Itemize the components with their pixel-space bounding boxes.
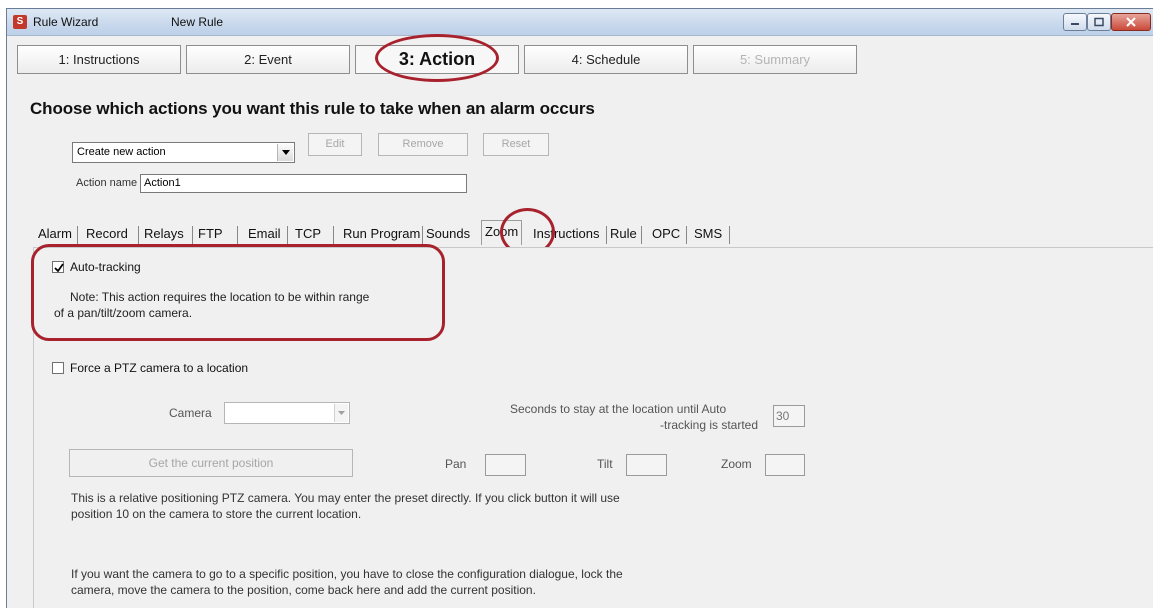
minimize-icon — [1071, 23, 1079, 25]
minimize-button[interactable] — [1063, 13, 1087, 31]
action-name-input[interactable]: Action1 — [140, 174, 467, 193]
tab-instructions[interactable]: Instructions — [533, 223, 599, 245]
tab-divider — [237, 226, 238, 244]
tab-divider — [729, 226, 730, 244]
tab-divider — [138, 226, 139, 244]
auto-tracking-note-line2: of a pan/tilt/zoom camera. — [54, 306, 193, 320]
pan-label: Pan — [445, 457, 467, 471]
step-summary[interactable]: 5: Summary — [693, 45, 857, 74]
zoom-label: Zoom — [721, 457, 752, 471]
tab-alarm[interactable]: Alarm — [38, 223, 72, 245]
tab-tcp[interactable]: TCP — [295, 223, 321, 245]
tab-divider — [287, 226, 288, 244]
action-tabs: Alarm Record Relays FTP Email TCP Run Pr… — [38, 220, 840, 247]
page-heading: Choose which actions you want this rule … — [30, 99, 595, 118]
auto-tracking-note-line1: Note: This action requires the location … — [70, 290, 370, 304]
ptz-info-line2: position 10 on the camera to store the c… — [71, 507, 362, 521]
action-select-value: Create new action — [77, 146, 166, 158]
force-ptz-checkbox[interactable] — [52, 362, 64, 374]
maximize-button[interactable] — [1087, 13, 1111, 31]
close-button[interactable] — [1111, 13, 1151, 31]
tab-ftp[interactable]: FTP — [198, 223, 223, 245]
tab-record[interactable]: Record — [86, 223, 128, 245]
close-icon — [1126, 17, 1136, 27]
seconds-input[interactable]: 30 — [773, 405, 805, 427]
tab-divider — [606, 226, 607, 244]
ptz-hint-line2: camera, move the camera to the position,… — [71, 583, 536, 597]
tilt-input[interactable] — [626, 454, 667, 476]
tab-divider — [192, 226, 193, 244]
app-title: Rule Wizard — [33, 15, 99, 29]
checkmark-icon — [54, 263, 64, 273]
tab-opc[interactable]: OPC — [652, 223, 680, 245]
edit-button[interactable]: Edit — [308, 133, 362, 156]
seconds-label-line1: Seconds to stay at the location until Au… — [510, 402, 727, 416]
app-logo-icon: S — [13, 15, 27, 29]
zoom-input[interactable] — [765, 454, 805, 476]
tab-relays[interactable]: Relays — [144, 223, 184, 245]
seconds-label-line2: -tracking is started — [660, 418, 759, 432]
tab-run-program[interactable]: Run Program — [343, 223, 420, 245]
tab-divider — [686, 226, 687, 244]
tab-divider — [77, 226, 78, 244]
force-ptz-label: Force a PTZ camera to a location — [70, 361, 249, 375]
rule-wizard-window: S Rule Wizard New Rule 1: Instructions 2… — [6, 8, 1153, 608]
remove-button[interactable]: Remove — [378, 133, 468, 156]
camera-label: Camera — [169, 406, 212, 420]
tab-divider — [641, 226, 642, 244]
auto-tracking-label: Auto-tracking — [70, 260, 141, 274]
tilt-label: Tilt — [597, 457, 613, 471]
ptz-info-line1: This is a relative positioning PTZ camer… — [71, 491, 620, 505]
ptz-hint-line1: If you want the camera to go to a specif… — [71, 567, 623, 581]
tab-sms[interactable]: SMS — [694, 223, 722, 245]
tab-zoom[interactable]: Zoom — [481, 220, 523, 245]
step-instructions[interactable]: 1: Instructions — [17, 45, 181, 74]
dropdown-arrow-icon[interactable] — [277, 144, 293, 161]
pan-input[interactable] — [485, 454, 526, 476]
tab-rule[interactable]: Rule — [610, 223, 637, 245]
maximize-icon — [1094, 17, 1104, 27]
tab-divider — [333, 226, 334, 244]
step-action[interactable]: 3: Action — [355, 45, 519, 74]
auto-tracking-checkbox[interactable] — [52, 261, 64, 273]
tab-email[interactable]: Email — [248, 223, 281, 245]
action-select[interactable]: Create new action — [72, 142, 295, 163]
step-schedule[interactable]: 4: Schedule — [524, 45, 688, 74]
dropdown-arrow-icon — [334, 404, 348, 422]
title-bar: S Rule Wizard New Rule — [7, 9, 1153, 36]
tab-divider — [422, 226, 423, 244]
tab-sounds[interactable]: Sounds — [426, 223, 470, 245]
camera-select[interactable] — [224, 402, 350, 424]
action-name-label: Action name — [76, 177, 138, 189]
reset-button[interactable]: Reset — [483, 133, 549, 156]
document-title: New Rule — [171, 15, 224, 29]
step-event[interactable]: 2: Event — [186, 45, 350, 74]
get-current-position-button[interactable]: Get the current position — [69, 449, 353, 477]
